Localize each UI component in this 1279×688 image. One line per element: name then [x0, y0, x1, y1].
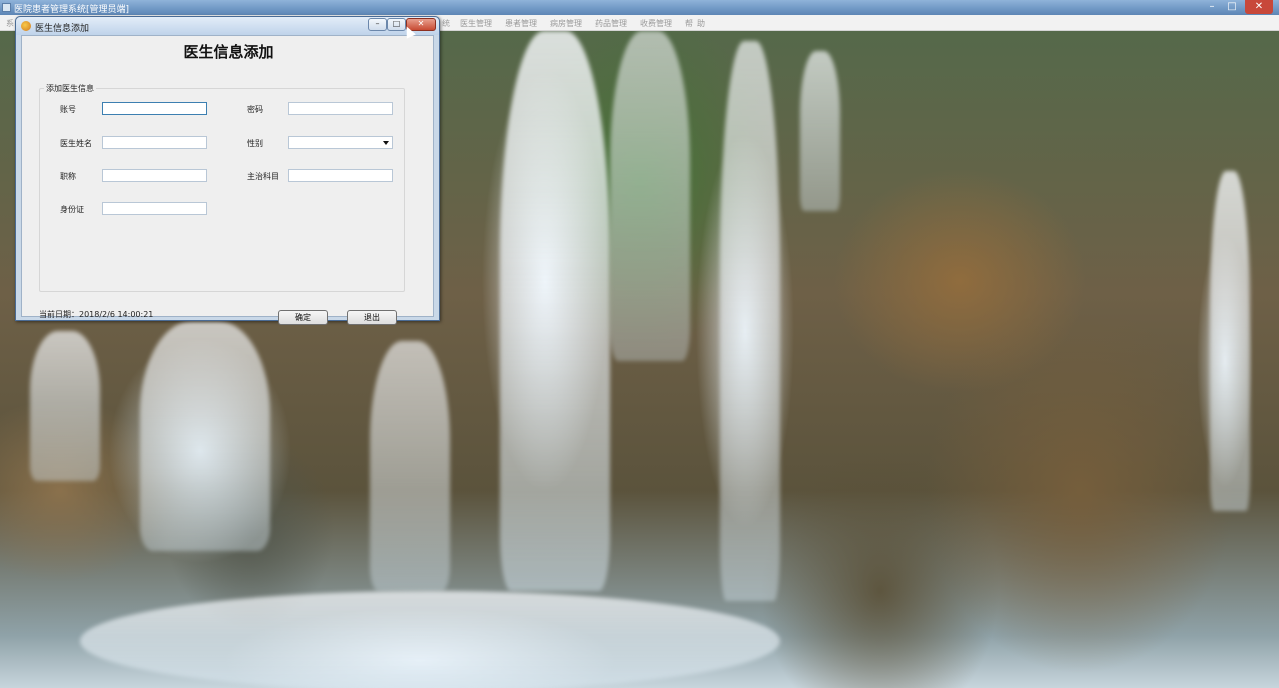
- waterfall-stream: [370, 341, 450, 591]
- waterfall-stream: [800, 51, 840, 211]
- dialog-titlebar[interactable]: 医生信息添加 – □ ✕: [16, 17, 439, 35]
- menu-item-ward[interactable]: 病房管理: [550, 18, 582, 29]
- main-titlebar: 医院患者管理系统[管理员端] – □ ✕: [0, 0, 1279, 15]
- account-label: 账号: [60, 105, 76, 114]
- menu-item-system-2[interactable]: 统: [442, 18, 450, 29]
- account-input[interactable]: [102, 102, 207, 115]
- main-close-button[interactable]: ✕: [1245, 0, 1273, 14]
- menu-item-drug[interactable]: 药品管理: [595, 18, 627, 29]
- password-input[interactable]: [288, 102, 393, 115]
- dialog-body: 医生信息添加 添加医生信息 账号 密码 医生姓名 性别 职称 主治科目 身份证 …: [21, 35, 434, 325]
- waterfall-stream: [500, 31, 610, 591]
- id-card-label: 身份证: [60, 205, 84, 214]
- title-input[interactable]: [102, 169, 207, 182]
- menu-item-doctor[interactable]: 医生管理: [460, 18, 492, 29]
- menu-item-billing[interactable]: 收费管理: [640, 18, 672, 29]
- main-maximize-button[interactable]: □: [1223, 0, 1241, 14]
- gender-label: 性别: [247, 139, 263, 148]
- confirm-button[interactable]: 确定: [278, 310, 328, 325]
- doctor-name-label: 医生姓名: [60, 139, 92, 148]
- title-label: 职称: [60, 172, 76, 181]
- main-minimize-button[interactable]: –: [1203, 0, 1221, 14]
- waterfall-stream: [720, 41, 780, 601]
- menu-item-system-1[interactable]: 系: [6, 18, 14, 29]
- waterfall-stream: [1210, 171, 1250, 511]
- waterfall-stream: [30, 331, 100, 481]
- current-date-status: 当前日期：2018/2/6 14:00:21: [39, 310, 154, 319]
- app-icon: [2, 3, 11, 12]
- gender-select[interactable]: [288, 136, 393, 149]
- menu-item-help-1[interactable]: 帮: [685, 18, 693, 29]
- pool-water: [80, 591, 780, 688]
- menu-item-help-2[interactable]: 助: [697, 18, 705, 29]
- dialog-minimize-button[interactable]: –: [368, 18, 387, 31]
- exit-button[interactable]: 退出: [347, 310, 397, 325]
- password-label: 密码: [247, 105, 263, 114]
- dialog-title: 医生信息添加: [35, 24, 90, 34]
- add-doctor-groupbox: 添加医生信息: [39, 83, 405, 292]
- dialog-app-icon: [21, 21, 31, 31]
- doctor-name-input[interactable]: [102, 136, 207, 149]
- menu-item-patient[interactable]: 患者管理: [505, 18, 537, 29]
- waterfall-stream: [610, 31, 690, 361]
- department-label: 主治科目: [247, 172, 279, 181]
- groupbox-title: 添加医生信息: [44, 83, 96, 94]
- department-input[interactable]: [288, 169, 393, 182]
- waterfall-stream: [140, 321, 270, 551]
- id-card-input[interactable]: [102, 202, 207, 215]
- form-heading: 医生信息添加: [183, 43, 274, 61]
- add-doctor-dialog: 医生信息添加 – □ ✕ 医生信息添加 添加医生信息 账号 密码 医生姓名 性别…: [15, 16, 440, 325]
- main-window-title: 医院患者管理系统[管理员端]: [14, 5, 130, 15]
- dropdown-arrow-icon[interactable]: [383, 141, 389, 145]
